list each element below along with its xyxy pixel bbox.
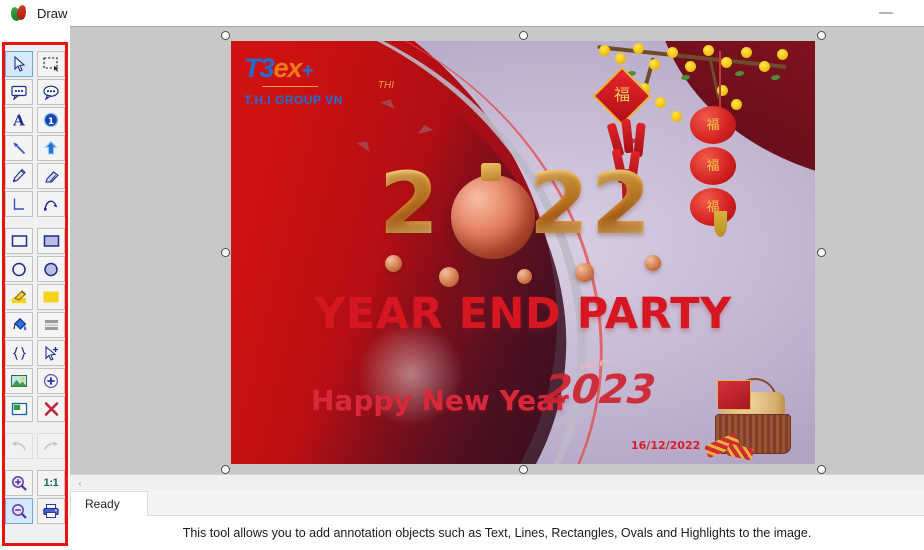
selection-handle-se[interactable] <box>817 465 826 474</box>
status-tab-label: Ready <box>85 497 120 511</box>
image-canvas[interactable]: T3ex+ THI T.H.I GROUP VN 福 福 福 福 2 2 2 Y… <box>70 26 924 474</box>
tool-select-arrow[interactable] <box>5 51 33 77</box>
tool-ellipse-filled[interactable] <box>37 256 65 282</box>
image-selection-frame[interactable]: T3ex+ THI T.H.I GROUP VN 福 福 福 福 2 2 2 Y… <box>221 31 826 474</box>
tool-braces[interactable] <box>5 340 33 366</box>
tool-rectangle-outline[interactable] <box>5 228 33 254</box>
year-digit: 2 <box>379 154 439 254</box>
tool-arrow-line[interactable] <box>5 135 33 161</box>
tool-shape-fill-corner[interactable] <box>5 396 33 422</box>
svg-text:1: 1 <box>48 117 54 127</box>
status-strip: Ready <box>70 490 924 516</box>
tool-zoom-out[interactable] <box>5 498 33 524</box>
tool-print[interactable] <box>37 498 65 524</box>
year-2022-graphic: 2 2 2 <box>379 154 664 287</box>
minimize-button[interactable] <box>864 2 908 24</box>
selection-handle-s[interactable] <box>519 465 528 474</box>
tool-zoom-actual-size-label: 1:1 <box>43 477 59 489</box>
logo-t3: T3 <box>244 53 274 83</box>
tool-highlighter[interactable] <box>5 284 33 310</box>
tool-panel: A 1 1:1 <box>2 42 68 546</box>
hint-text: This tool allows you to add annotation o… <box>182 526 812 540</box>
tool-rectangle-filled[interactable] <box>37 228 65 254</box>
tool-fill-swatch[interactable] <box>37 284 65 310</box>
window-title: Draw <box>37 5 68 21</box>
tool-ellipse-outline[interactable] <box>5 256 33 282</box>
poster-stamp-year: 2023 <box>541 367 658 413</box>
tool-blur-redact[interactable] <box>37 312 65 338</box>
poster-date: 16/12/2022 <box>631 439 701 452</box>
tool-add-point[interactable] <box>37 368 65 394</box>
poster-logo: T3ex+ THI T.H.I GROUP VN <box>244 55 404 108</box>
tool-step-number[interactable]: 1 <box>37 107 65 133</box>
selection-handle-e[interactable] <box>817 248 826 257</box>
lantern-cord <box>719 51 721 107</box>
hint-bar: This tool allows you to add annotation o… <box>70 516 924 550</box>
tool-text-tool[interactable]: A <box>5 107 33 133</box>
scroll-left-arrow-icon[interactable]: ‹ <box>73 476 87 490</box>
year-digit: 2 <box>591 154 651 254</box>
tool-insert-image[interactable] <box>5 368 33 394</box>
logo-ex: ex <box>273 53 303 83</box>
tool-pencil[interactable] <box>5 163 33 189</box>
poster-headline: YEAR END PARTY <box>314 289 732 339</box>
tool-zoom-in[interactable] <box>5 470 33 496</box>
selection-handle-w[interactable] <box>221 248 230 257</box>
draw-app-icon <box>9 4 28 22</box>
lantern-tassel <box>714 211 727 237</box>
tool-grid: A 1 1:1 <box>5 48 65 524</box>
tool-zoom-actual-size[interactable]: 1:1 <box>37 470 65 496</box>
selection-handle-ne[interactable] <box>817 31 826 40</box>
poster-image[interactable]: T3ex+ THI T.H.I GROUP VN 福 福 福 福 2 2 2 Y… <box>231 41 815 464</box>
tet-gift-basket-icon <box>703 378 801 461</box>
title-bar: Draw <box>0 0 924 26</box>
tool-marquee-select[interactable] <box>37 51 65 77</box>
logo-wordmark: T3ex+ <box>244 55 404 82</box>
tool-up-arrow-block[interactable] <box>37 135 65 161</box>
selection-handle-n[interactable] <box>519 31 528 40</box>
selection-handle-sw[interactable] <box>221 465 230 474</box>
draw-window: Draw A 1 1:1 T3ex+ THI T.H.I GROUP VN 福 … <box>0 0 924 550</box>
red-lanterns-icon <box>683 103 743 229</box>
tool-eraser[interactable] <box>37 163 65 189</box>
tool-redo[interactable] <box>37 433 65 459</box>
tool-cursor-add[interactable] <box>37 340 65 366</box>
poster-stamp-2023: HAPPY 2023 <box>541 358 658 413</box>
horizontal-scrollbar[interactable]: ‹ <box>70 474 924 490</box>
year-digit: 2 <box>529 154 589 254</box>
status-tab[interactable]: Ready <box>70 491 148 516</box>
logo-thi: THI <box>244 80 404 91</box>
svg-text:A: A <box>12 112 25 128</box>
poster-subheadline: Happy New Year <box>311 384 569 417</box>
tool-paint-bucket[interactable] <box>5 312 33 338</box>
logo-plus: + <box>301 60 314 82</box>
tool-corner-line[interactable] <box>5 191 33 217</box>
selection-handle-nw[interactable] <box>221 31 230 40</box>
christmas-ball-icon <box>451 163 535 259</box>
tool-undo[interactable] <box>5 433 33 459</box>
tool-callout-rect[interactable] <box>5 79 33 105</box>
tool-callout-oval[interactable] <box>37 79 65 105</box>
tool-delete-x[interactable] <box>37 396 65 422</box>
tool-polyline[interactable] <box>37 191 65 217</box>
